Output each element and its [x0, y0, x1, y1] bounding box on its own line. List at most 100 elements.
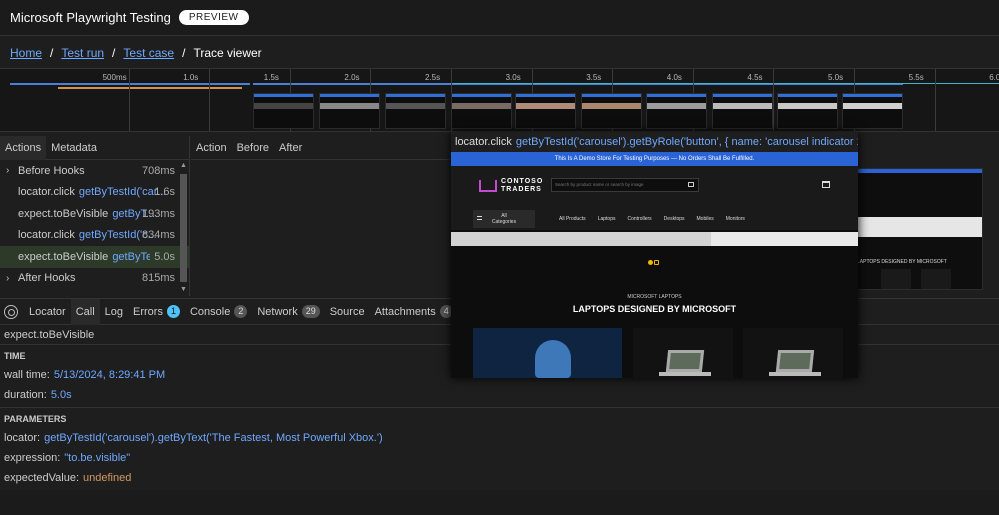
tab-errors[interactable]: Errors 1: [128, 299, 185, 325]
timeline[interactable]: 500ms 1.0s 1.5s 2.0s 2.5s 3.0s 3.5s 4.0s 4.5s 5.0…: [0, 68, 999, 132]
timeline-tick-label: 1.5s: [263, 73, 279, 82]
section-headline: LAPTOPS DESIGNED BY MICROSOFT: [572, 304, 737, 314]
action-duration: 193ms: [141, 207, 175, 220]
action-row[interactable]: locator.click getByTestId('car... 1.6s: [0, 182, 189, 204]
breadcrumb-test-run-link[interactable]: Test run: [61, 46, 104, 60]
preview-card: [921, 269, 951, 289]
thumbnail-hero: [843, 103, 902, 109]
timeline-tick: [128, 69, 130, 131]
expected-value-label: expectedValue:: [4, 472, 80, 484]
section-kicker: MICROSOFT LAPTOPS: [627, 294, 682, 300]
thumbnail-hero: [452, 103, 511, 109]
carousel-slide: [451, 232, 711, 246]
action-name: expect.toBeVisible: [18, 207, 109, 220]
timeline-thumbnail[interactable]: [451, 93, 512, 129]
action-row[interactable]: locator.click getByTestId('c... 834ms: [0, 225, 189, 247]
breadcrumb-test-case-link[interactable]: Test case: [123, 46, 174, 60]
nav-link: Mobiles: [696, 216, 714, 222]
expected-value-value: undefined: [83, 472, 132, 484]
thumbnail-banner: [778, 94, 837, 97]
tab-before[interactable]: Before: [232, 136, 274, 160]
action-row[interactable]: expect.toBeVisible getByT... 193ms: [0, 203, 189, 225]
product-card: [633, 328, 733, 378]
action-name: locator.click: [18, 186, 75, 199]
tab-action[interactable]: Action: [191, 136, 232, 160]
thumbnail-hero: [647, 103, 706, 109]
preview-headline: LAPTOPS DESIGNED BY MICROSOFT: [857, 259, 947, 265]
thumbnail-banner: [713, 94, 772, 97]
tab-locator[interactable]: Locator: [24, 299, 71, 325]
tab-log[interactable]: Log: [100, 299, 128, 325]
scroll-down-icon[interactable]: ▼: [179, 286, 188, 293]
timeline-tick: [773, 69, 775, 131]
locator-param-label: locator:: [4, 432, 41, 444]
action-duration: 708ms: [141, 164, 175, 177]
errors-count-badge: 1: [166, 305, 180, 318]
tab-call[interactable]: Call: [70, 298, 100, 325]
timeline-thumbnail[interactable]: [646, 93, 707, 129]
camera-icon: [688, 182, 694, 187]
timeline-tick-label: 4.5s: [747, 73, 763, 82]
actions-scrollbar[interactable]: ▲ ▼: [179, 162, 188, 296]
expression-param-value: "to.be.visible": [64, 452, 131, 464]
preview-badge: PREVIEW: [178, 10, 249, 25]
popup-title: locator.click getByTestId('carousel').get…: [451, 132, 858, 152]
tab-errors-label: Errors: [133, 305, 163, 318]
chevron-right-icon[interactable]: ›: [6, 273, 18, 284]
scroll-thumb[interactable]: [180, 174, 187, 282]
tab-console-label: Console: [189, 305, 231, 318]
chevron-right-icon[interactable]: ›: [6, 165, 18, 176]
action-row[interactable]: › Before Hooks 708ms: [0, 160, 189, 182]
thumbnail-banner: [843, 94, 902, 97]
categories-button: All Categories: [473, 210, 535, 228]
preview-hero: [851, 217, 982, 237]
timeline-thumbnail[interactable]: [842, 93, 903, 129]
scroll-up-icon[interactable]: ▲: [179, 162, 188, 169]
thumbnail-hero: [516, 103, 575, 109]
timeline-tick-label: 2.5s: [425, 73, 441, 82]
nav-link: Controllers: [627, 216, 652, 222]
action-row[interactable]: expect.toBeVisible getByTest... 5.0s: [0, 246, 189, 268]
duration-label: duration:: [4, 389, 47, 401]
thumbnail-banner: [386, 94, 445, 97]
thumbnail-banner: [452, 94, 511, 97]
wall-time-label: wall time:: [4, 369, 50, 381]
tab-attachments[interactable]: Attachments 4: [370, 299, 458, 325]
action-row[interactable]: › After Hooks 815ms: [0, 268, 189, 290]
breadcrumb-home-link[interactable]: Home: [10, 46, 42, 60]
thumbnail-hero: [254, 103, 313, 109]
laptop-image: [665, 350, 705, 372]
breadcrumb-separator: /: [112, 46, 116, 60]
action-duration: 815ms: [141, 272, 175, 285]
timeline-thumbnail[interactable]: [253, 93, 314, 129]
timeline-track: [10, 83, 250, 85]
timeline-thumbnail[interactable]: [777, 93, 838, 129]
actions-panel: Actions Metadata › Before Hooks 708ms locat…: [0, 135, 190, 296]
timeline-thumbnail[interactable]: [515, 93, 576, 129]
timeline-thumbnail[interactable]: [581, 93, 642, 129]
pick-locator-icon[interactable]: [4, 304, 18, 319]
tab-network[interactable]: Network 29: [252, 299, 324, 325]
timeline-thumbnail[interactable]: [385, 93, 446, 129]
timeline-thumbnail[interactable]: [319, 93, 380, 129]
timeline-tick: [209, 69, 211, 131]
tab-actions[interactable]: Actions: [0, 135, 47, 160]
tab-network-label: Network: [257, 305, 298, 318]
timeline-track: [58, 87, 242, 89]
tab-source[interactable]: Source: [325, 299, 370, 325]
timeline-thumbnail[interactable]: [712, 93, 773, 129]
parameters-section-heading: PARAMETERS: [4, 414, 67, 424]
popup-action-name: locator.click: [455, 136, 512, 148]
site-nav: All Products Laptops Controllers Desktop…: [559, 216, 745, 222]
product-image: [535, 340, 571, 378]
tab-console[interactable]: Console 2: [185, 299, 252, 325]
wall-time-value: 5/13/2024, 8:29:41 PM: [53, 369, 166, 381]
action-name: After Hooks: [18, 272, 76, 285]
tab-metadata[interactable]: Metadata: [46, 136, 102, 160]
breadcrumb-current: Trace viewer: [193, 46, 262, 60]
tab-after[interactable]: After: [274, 136, 307, 160]
timeline-tick-label: 4.0s: [666, 73, 682, 82]
snapshot-tabs: Action Before After: [191, 136, 449, 160]
breadcrumb-separator: /: [182, 46, 186, 60]
site-logo: CONTOSO TRADERS: [501, 178, 543, 194]
